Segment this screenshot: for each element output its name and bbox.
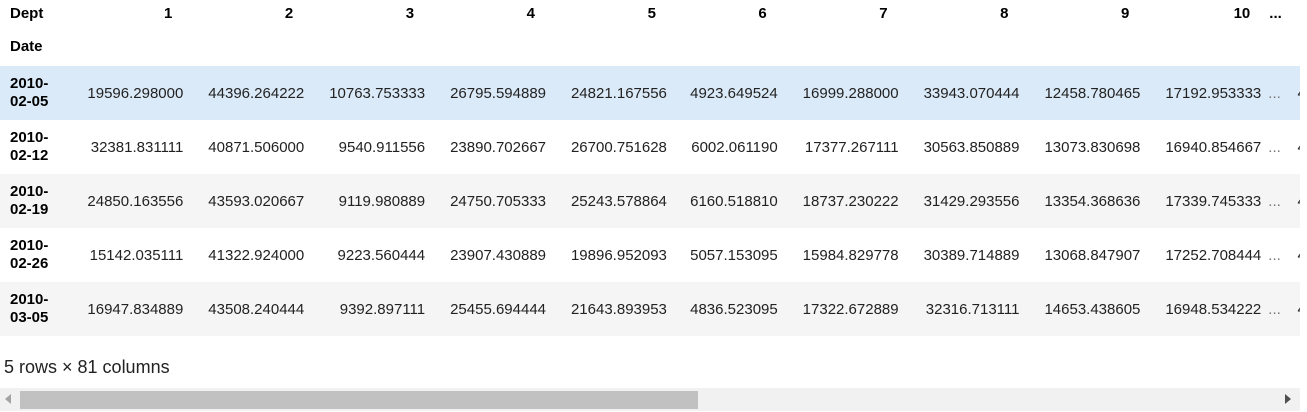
table-cell: 26700.751628 xyxy=(570,138,667,156)
column-header: 7 xyxy=(879,4,888,22)
table-cell: 25243.578864 xyxy=(570,192,667,210)
table-cell: 31429.293556 xyxy=(923,192,1020,210)
table-cell: 9119.980889 xyxy=(338,192,426,210)
table-row: 2010- 02-19 24850.163556 43593.020667 9119.9… xyxy=(0,174,1300,228)
table-cell: 9223.560444 xyxy=(337,246,426,264)
table-cell: 32381.831111 xyxy=(90,138,184,156)
horizontal-scrollbar[interactable] xyxy=(0,388,1300,411)
table-cell: 9392.897111 xyxy=(339,300,426,318)
column-header: 6 xyxy=(758,4,767,22)
table-body: 2010- 02-05 19596.298000 44396.264222 10763.… xyxy=(0,66,1300,336)
table-cell: 19896.952093 xyxy=(570,246,667,264)
table-cell: 16947.834889 xyxy=(87,300,184,318)
table-cell: 30389.714889 xyxy=(923,246,1020,264)
row-index-label: 2010- 02-26 xyxy=(10,237,49,272)
table-cell: 26795.594889 xyxy=(450,84,547,102)
table-cell: 24821.167556 xyxy=(570,84,667,102)
table-cell: 17192.953333 xyxy=(1165,84,1262,102)
table-cell: 13354.368636 xyxy=(1044,192,1141,210)
table-cell: 43508.240444 xyxy=(208,300,305,318)
column-header: 3 xyxy=(405,4,415,22)
table-cell: 14653.438605 xyxy=(1044,300,1141,318)
column-header: 10 xyxy=(1233,4,1251,22)
column-header-ellipsis: ... xyxy=(1269,4,1282,22)
column-header: 2 xyxy=(284,4,294,22)
table-cell: 30563.850889 xyxy=(923,138,1020,156)
table-cell: 16948.534222 xyxy=(1165,300,1262,318)
table-cell: 23890.702667 xyxy=(450,138,547,156)
truncated-cell: 4 xyxy=(1289,228,1300,282)
ellipsis-cell: ... xyxy=(1268,300,1281,318)
column-header-truncated xyxy=(1289,0,1300,26)
table-row: 2010- 02-12 32381.831111 40871.506000 9540.9… xyxy=(0,120,1300,174)
table-cell: 33943.070444 xyxy=(923,84,1020,102)
ellipsis-cell: ... xyxy=(1268,138,1281,156)
table-cell: 13068.847907 xyxy=(1044,246,1141,264)
column-header-row: Dept 1 2 3 4 5 6 7 8 9 10 ... xyxy=(0,0,1300,26)
truncated-cell: 4 xyxy=(1289,282,1300,336)
table-cell: 41322.924000 xyxy=(208,246,305,264)
column-header: 1 xyxy=(164,4,173,22)
scroll-left-arrow-icon[interactable] xyxy=(5,394,11,404)
table-cell: 19596.298000 xyxy=(87,84,184,102)
table-cell: 40871.506000 xyxy=(208,138,305,156)
table-cell: 17322.672889 xyxy=(802,300,899,318)
table-cell: 5057.153095 xyxy=(690,246,778,264)
dataframe-table: Dept 1 2 3 4 5 6 7 8 9 10 ... Date 2010-… xyxy=(0,0,1300,336)
table-cell: 16999.288000 xyxy=(802,84,899,102)
table-cell: 6002.061190 xyxy=(691,138,778,156)
table-cell: 23907.430889 xyxy=(450,246,547,264)
truncated-cell: 4 xyxy=(1289,66,1300,120)
table-cell: 4923.649524 xyxy=(690,84,778,102)
truncated-cell: 4 xyxy=(1289,174,1300,228)
table-cell: 18737.230222 xyxy=(802,192,899,210)
table-cell: 44396.264222 xyxy=(208,84,305,102)
dataframe-shape-label: 5 rows × 81 columns xyxy=(4,357,170,377)
table-cell: 24850.163556 xyxy=(87,192,184,210)
table-cell: 32316.713111 xyxy=(925,300,1020,318)
table-cell: 13073.830698 xyxy=(1044,138,1141,156)
truncated-cell: 4 xyxy=(1289,120,1300,174)
scrollbar-thumb[interactable] xyxy=(20,391,698,409)
table-cell: 4836.523095 xyxy=(690,300,778,318)
column-header: 4 xyxy=(526,4,536,22)
table-cell: 17377.267111 xyxy=(804,138,899,156)
table-cell: 15984.829778 xyxy=(802,246,899,264)
column-header: 8 xyxy=(1000,4,1009,22)
table-cell: 17339.745333 xyxy=(1165,192,1262,210)
row-index-label: 2010- 02-05 xyxy=(10,75,49,110)
table-cell: 24750.705333 xyxy=(450,192,547,210)
table-cell: 25455.694444 xyxy=(450,300,547,318)
scroll-right-arrow-icon[interactable] xyxy=(1285,394,1291,404)
column-header: 9 xyxy=(1121,4,1130,22)
ellipsis-cell: ... xyxy=(1268,246,1281,264)
row-index-label: 2010- 02-12 xyxy=(10,129,49,164)
table-cell: 10763.753333 xyxy=(329,84,426,102)
table-cell: 43593.020667 xyxy=(208,192,305,210)
table-cell: 9540.911556 xyxy=(338,138,426,156)
table-row: 2010- 02-26 15142.035111 41322.924000 9223.5… xyxy=(0,228,1300,282)
row-index-label: 2010- 03-05 xyxy=(10,291,49,326)
row-index-label: 2010- 02-19 xyxy=(10,183,49,218)
table-cell: 17252.708444 xyxy=(1165,246,1262,264)
column-header: 5 xyxy=(647,4,656,22)
dataframe-output: Dept 1 2 3 4 5 6 7 8 9 10 ... Date 2010-… xyxy=(0,0,1300,345)
ellipsis-cell: ... xyxy=(1268,192,1281,210)
table-row: 2010- 02-05 19596.298000 44396.264222 10763.… xyxy=(0,66,1300,120)
index-header-row: Date xyxy=(0,26,1300,66)
table-cell: 16940.854667 xyxy=(1165,138,1262,156)
table-cell: 6160.518810 xyxy=(690,192,778,210)
table-cell: 12458.780465 xyxy=(1044,84,1141,102)
ellipsis-cell: ... xyxy=(1268,84,1281,102)
table-cell: 21643.893953 xyxy=(570,300,667,318)
table-cell: 15142.035111 xyxy=(89,246,184,264)
index-name-label: Date xyxy=(10,37,43,55)
table-row: 2010- 03-05 16947.834889 43508.240444 9392.8… xyxy=(0,282,1300,336)
columns-name-label: Dept xyxy=(10,4,44,22)
